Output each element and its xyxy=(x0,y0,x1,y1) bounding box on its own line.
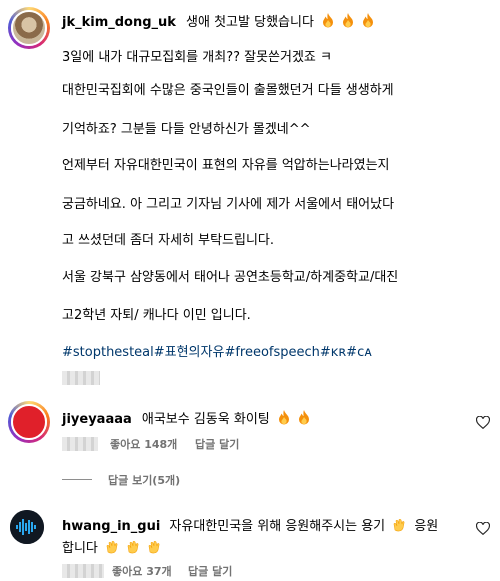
fire-emoji-icon xyxy=(339,11,359,30)
clapping-hands-emoji-icon xyxy=(145,537,161,556)
comment-timestamp-blurred xyxy=(62,437,98,451)
heart-outline-icon xyxy=(476,522,490,535)
caption-line: 고 쓰셨던데 좀더 자세히 부탁드립니다. xyxy=(62,233,275,248)
clapping-hands-emoji-icon xyxy=(124,537,145,556)
caption-line: 언제부터 자유대한민국이 표현의 자유를 억압하는나라였는지 xyxy=(62,158,390,173)
post-caption-first-line: 생애 첫고발 당했습니다 xyxy=(186,15,314,30)
fire-emoji-icon xyxy=(359,11,374,30)
fire-emoji-icon xyxy=(319,11,339,30)
comment-text: 자유대한민국을 위해 응원해주시는 용기 xyxy=(169,519,386,534)
post-author-avatar-image xyxy=(11,10,47,46)
commenter-avatar[interactable] xyxy=(10,510,44,544)
commenter-avatar[interactable] xyxy=(8,401,50,443)
commenter-username[interactable]: jiyeyaaaa xyxy=(62,412,132,427)
fire-emoji-icon xyxy=(295,408,310,427)
like-comment-button[interactable] xyxy=(476,522,490,535)
heart-outline-icon xyxy=(476,416,490,429)
comment-body: hwang_in_gui 자유대한민국을 위해 응원해주시는 용기 응원 합니다 xyxy=(62,515,472,559)
post-author-username[interactable]: jk_kim_dong_uk xyxy=(62,15,176,30)
comment-text-end: 응원 xyxy=(414,519,439,534)
clapping-hands-emoji-icon xyxy=(385,515,411,534)
view-replies-button[interactable]: 답글 보기(5개) xyxy=(108,472,180,488)
comment-body: jiyeyaaaa 애국보수 김동욱 화이팅 xyxy=(62,408,462,427)
comment-reply-button[interactable]: 답글 달기 xyxy=(195,436,239,452)
caption-line: 대한민국집회에 수많은 중국인들이 출몰했던거 다들 생생하게 xyxy=(62,83,394,98)
comment-text: 애국보수 김동욱 화이팅 xyxy=(141,412,270,427)
like-comment-button[interactable] xyxy=(476,416,490,429)
comment-likes-count[interactable]: 좋아요 37개 xyxy=(112,563,172,579)
post-caption-header: jk_kim_dong_uk 생애 첫고발 당했습니다 xyxy=(62,11,492,30)
caption-line: 궁금하네요. 아 그리고 기자님 기사에 제가 서울에서 태어났다 xyxy=(62,197,395,212)
comment-likes-count[interactable]: 좋아요 148개 xyxy=(110,436,177,452)
view-replies-divider xyxy=(62,479,92,480)
comment-text-line2: 합니다 xyxy=(62,541,98,556)
post-timestamp-blurred xyxy=(62,371,100,385)
fire-emoji-icon xyxy=(275,408,295,427)
post-author-avatar[interactable] xyxy=(8,7,50,49)
commenter-avatar-image xyxy=(10,510,44,544)
comment-timestamp-blurred xyxy=(62,564,104,578)
caption-hashtags[interactable]: #stopthesteal#표현의자유#freeofspeech#ĸʀ#ᴄᴀ xyxy=(62,343,482,363)
commenter-username[interactable]: hwang_in_gui xyxy=(62,519,160,534)
caption-line: 3일에 내가 대규모집회를 개최?? 잘못쓴거겠죠 ㅋ xyxy=(62,50,332,65)
commenter-avatar-image xyxy=(11,404,47,440)
caption-line: 고2학년 자퇴/ 캐나다 이민 입니다. xyxy=(62,308,251,323)
comment-reply-button[interactable]: 답글 달기 xyxy=(188,563,232,579)
caption-line: 기억하죠? 그분들 다들 안녕하신가 몰겠네^^ xyxy=(62,122,311,137)
clapping-hands-emoji-icon xyxy=(98,537,124,556)
caption-line: 서울 강북구 삼양동에서 태어나 공연초등학교/하계중학교/대진 xyxy=(62,270,399,285)
